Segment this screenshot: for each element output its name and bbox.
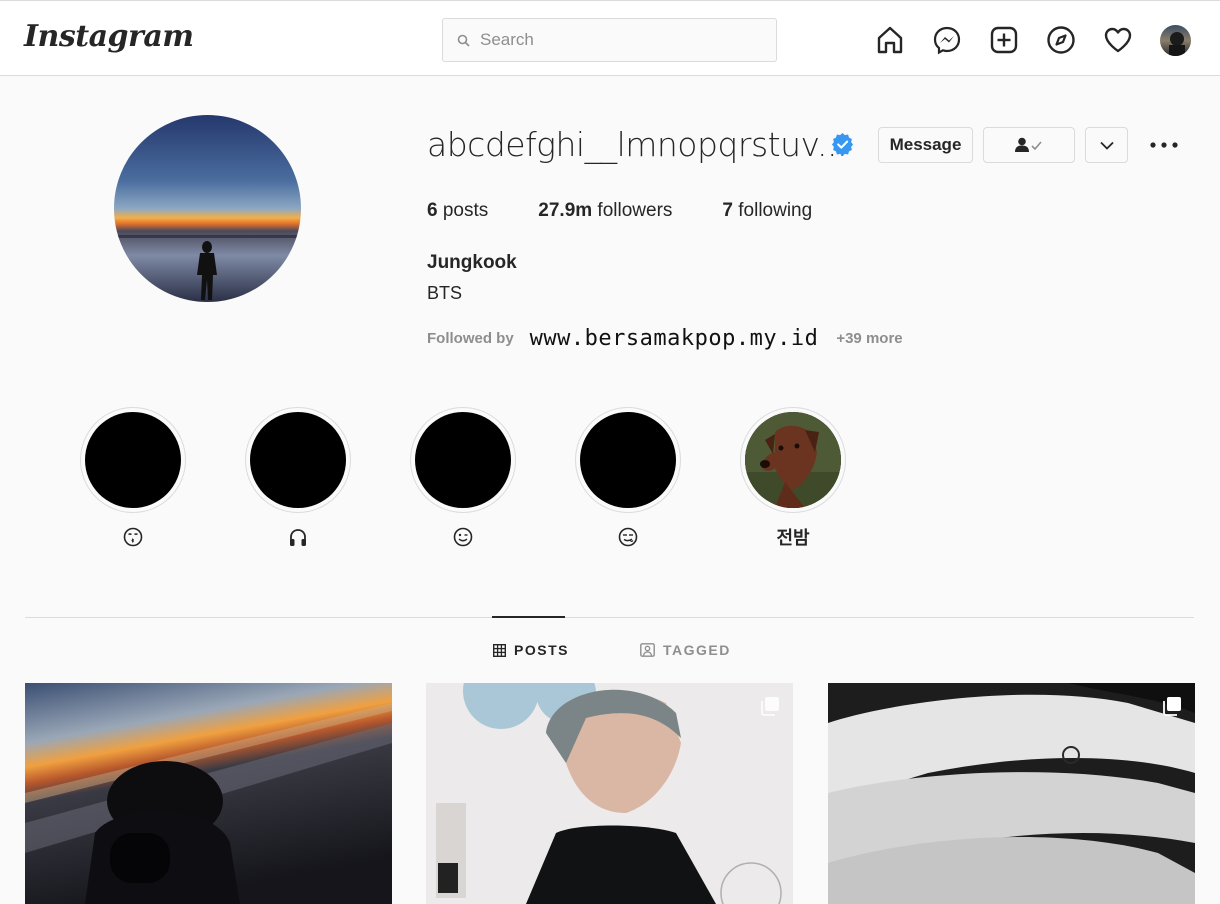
- following-label: following: [732, 200, 813, 221]
- posts-count: 6: [427, 200, 438, 221]
- multiple-posts-icon: [1163, 697, 1181, 716]
- verified-badge-icon: [831, 133, 854, 161]
- story-highlight[interactable]: [245, 407, 351, 549]
- headphones-icon: [290, 529, 306, 546]
- smirk-face-icon: [618, 527, 638, 547]
- search-icon: [457, 34, 470, 47]
- watermark-text: www.bersamakpop.my.id: [529, 326, 819, 351]
- messenger-icon[interactable]: [930, 23, 964, 57]
- chevron-down-icon: [1099, 141, 1114, 150]
- profile-avatar[interactable]: [1158, 23, 1192, 57]
- posts-stat: 6 posts: [427, 200, 488, 222]
- active-tab-indicator: [492, 616, 565, 618]
- home-icon[interactable]: [873, 23, 907, 57]
- post-thumbnail[interactable]: [426, 683, 793, 904]
- tab-tagged-label: TAGGED: [663, 642, 731, 658]
- profile-full-name: Jungkook: [427, 252, 517, 273]
- highlight-cover: [415, 412, 511, 508]
- story-highlight[interactable]: 전밤: [740, 407, 846, 549]
- multiple-posts-icon: [761, 697, 779, 716]
- highlight-cover: [85, 412, 181, 508]
- tab-tagged[interactable]: TAGGED: [640, 642, 731, 658]
- kissing-face-icon: [123, 527, 143, 547]
- followed-by-label: Followed by: [427, 330, 514, 347]
- more-options-button[interactable]: [1148, 132, 1180, 158]
- message-button[interactable]: Message: [878, 127, 973, 163]
- highlight-cover: [250, 412, 346, 508]
- wink-face-icon: [453, 527, 473, 547]
- followers-stat[interactable]: 27.9m followers: [538, 200, 672, 222]
- story-highlight[interactable]: [80, 407, 186, 549]
- new-post-icon[interactable]: [987, 23, 1021, 57]
- tabs-divider: [25, 617, 1194, 618]
- story-highlight[interactable]: [575, 407, 681, 549]
- highlight-label: 전밤: [776, 528, 810, 548]
- instagram-logo[interactable]: Instagram: [24, 19, 194, 54]
- grid-icon: [493, 643, 506, 657]
- profile-stats: 6 posts 27.9m followers 7 following: [427, 200, 862, 222]
- person-check-icon: [1015, 137, 1042, 152]
- story-highlight[interactable]: [410, 407, 516, 549]
- following-count: 7: [722, 200, 733, 221]
- search-box[interactable]: [442, 18, 777, 62]
- post-thumbnail[interactable]: [828, 683, 1195, 904]
- search-input[interactable]: [478, 29, 772, 51]
- top-navigation-bar: Instagram: [0, 0, 1220, 76]
- followed-by-line[interactable]: Followed by www.bersamakpop.my.id +39 mo…: [427, 326, 903, 351]
- profile-bio: BTS: [427, 283, 463, 303]
- followers-label: followers: [592, 200, 673, 221]
- highlight-cover: [580, 412, 676, 508]
- profile-picture[interactable]: [114, 115, 301, 302]
- profile-username: abcdefghi__lmnopqrstuv...: [427, 125, 847, 164]
- highlight-cover-dog: [745, 412, 841, 508]
- tab-posts[interactable]: POSTS: [493, 642, 569, 658]
- activity-heart-icon[interactable]: [1101, 23, 1135, 57]
- following-stat[interactable]: 7 following: [722, 200, 812, 222]
- following-status-button[interactable]: [983, 127, 1075, 163]
- tagged-person-icon: [640, 643, 655, 657]
- explore-icon[interactable]: [1044, 23, 1078, 57]
- followed-by-more[interactable]: +39 more: [836, 330, 902, 347]
- more-horizontal-icon: [1150, 142, 1178, 148]
- posts-label: posts: [437, 200, 489, 221]
- followers-count: 27.9m: [538, 200, 593, 221]
- post-thumbnail[interactable]: [25, 683, 392, 904]
- suggested-dropdown-button[interactable]: [1085, 127, 1128, 163]
- tab-posts-label: POSTS: [514, 642, 569, 658]
